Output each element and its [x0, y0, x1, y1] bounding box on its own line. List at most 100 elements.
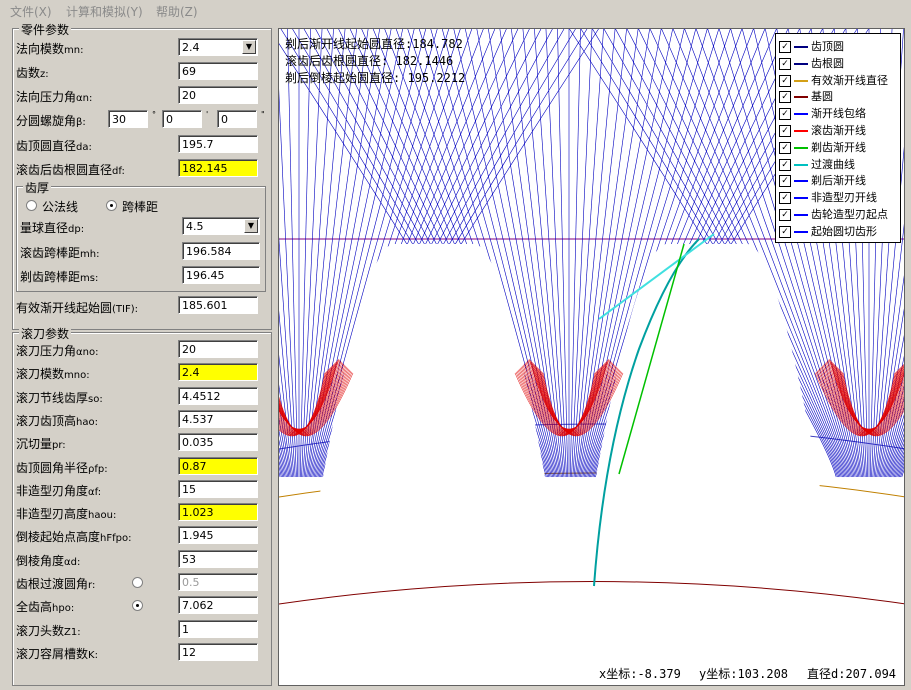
base-circle-arc — [279, 581, 904, 605]
menu-calc[interactable]: 计算和模拟(Y) — [66, 3, 143, 20]
hob-row-field[interactable]: 4.537 — [178, 410, 258, 428]
hob-row-field[interactable]: 20 — [178, 340, 258, 358]
tif-field[interactable]: 185.601 — [178, 296, 258, 314]
legend-item[interactable]: ✓ 剃后渐开线 — [779, 172, 866, 188]
helix-sec-field[interactable]: 0 — [217, 110, 257, 128]
thickness-row-label: 剃齿跨棒距ms: — [20, 270, 99, 284]
teeth-count-field[interactable]: 69 — [178, 62, 258, 80]
legend-checkbox[interactable]: ✓ — [779, 74, 791, 87]
menu-file[interactable]: 文件(X) — [10, 3, 52, 20]
degree-mark: ° — [152, 110, 156, 119]
legend-swatch — [794, 46, 808, 48]
ball-diameter-combo[interactable]: 4.5 ▼ — [182, 217, 260, 235]
legend-item[interactable]: ✓ 渐开线包络 — [779, 105, 866, 121]
shave-pin-distance-field[interactable]: 196.45 — [182, 266, 260, 284]
chevron-down-icon[interactable]: ▼ — [244, 219, 258, 233]
hob-row-label: 全齿高hpo: — [16, 600, 75, 614]
legend-label: 滚齿渐开线 — [811, 124, 866, 137]
legend-item[interactable]: ✓ 齿顶圆 — [779, 38, 844, 54]
hob-row-label: 沉切量pr: — [16, 437, 66, 451]
hob-row-label: 倒棱起始点高度hFfpo: — [16, 530, 132, 544]
legend-label: 剃后渐开线 — [811, 174, 866, 188]
hob-row-field[interactable]: 15 — [178, 480, 258, 498]
legend-swatch — [794, 163, 808, 166]
legend-checkbox[interactable]: ✓ — [779, 141, 791, 154]
helix-angle-label: 分圆螺旋角β: — [16, 114, 86, 128]
hob-row-field[interactable]: 0.87 — [178, 457, 258, 475]
legend-item[interactable]: ✓ 非造型刃开线 — [779, 189, 877, 205]
legend-checkbox[interactable]: ✓ — [779, 225, 791, 238]
pressure-angle-field[interactable]: 20 — [178, 86, 258, 104]
part-row-label: 齿顶圆直径da: — [16, 139, 92, 153]
parameter-panel: 零件参数 法向模数mn: 2.4 ▼ 齿数z: 69 法向压力角αn: 20 分圆… — [12, 21, 272, 686]
menu-help[interactable]: 帮助(Z) — [156, 3, 198, 20]
legend-item[interactable]: ✓ 齿根圆 — [779, 55, 844, 71]
hob-envelope-line — [287, 29, 299, 478]
info-line: 剃后倒棱起始圆直径: 195.2212 — [285, 71, 466, 85]
legend-label: 非造型刃开线 — [811, 191, 877, 205]
chevron-down-icon[interactable]: ▼ — [242, 40, 256, 54]
legend-swatch — [794, 180, 808, 183]
hob-row-radio[interactable] — [132, 577, 143, 588]
legend-label: 渐开线包络 — [811, 107, 866, 121]
part-row-label: 法向模数mn: — [16, 42, 84, 56]
legend-label: 过渡曲线 — [811, 157, 855, 171]
hob-envelope-line — [299, 29, 311, 478]
hob-params-title: 滚刀参数 — [19, 325, 72, 342]
hob-row-field[interactable]: 1.945 — [178, 526, 258, 544]
hob-row-field[interactable]: 12 — [178, 643, 258, 661]
legend-swatch — [794, 96, 808, 99]
hob-row-field[interactable]: 2.4 — [178, 363, 258, 381]
hob-row-field[interactable]: 53 — [178, 550, 258, 568]
legend-checkbox[interactable]: ✓ — [779, 209, 791, 221]
legend-swatch — [794, 197, 808, 200]
hob-row-label: 齿顶圆角半径ρfp: — [16, 461, 108, 475]
legend-checkbox[interactable]: ✓ — [779, 57, 791, 70]
legend-item[interactable]: ✓ 基圆 — [779, 88, 833, 104]
legend-item[interactable]: ✓ 过渡曲线 — [779, 156, 855, 172]
legend-checkbox[interactable]: ✓ — [779, 192, 791, 205]
hob-row-field[interactable]: 7.062 — [178, 596, 258, 614]
part-row-label: 滚齿后齿根圆直径df: — [16, 163, 125, 177]
legend-checkbox[interactable]: ✓ — [779, 125, 791, 137]
legend-checkbox[interactable]: ✓ — [779, 175, 791, 188]
legend-checkbox[interactable]: ✓ — [779, 41, 791, 53]
hob-envelope-line — [557, 29, 569, 478]
legend-checkbox[interactable]: ✓ — [779, 91, 791, 104]
hob-pin-distance-field[interactable]: 196.584 — [182, 242, 260, 260]
helix-min-field[interactable]: 0 — [162, 110, 202, 128]
normal-module-combo[interactable]: 2.4 ▼ — [178, 38, 258, 56]
helix-deg-field[interactable]: 30 — [108, 110, 148, 128]
legend-item[interactable]: ✓ 齿轮造型刃起点 — [779, 206, 888, 222]
legend-checkbox[interactable]: ✓ — [779, 158, 791, 171]
legend-item[interactable]: ✓ 剃齿渐开线 — [779, 139, 866, 155]
hob-row-field[interactable]: 1.023 — [178, 503, 258, 521]
legend-swatch — [794, 113, 808, 116]
menu-bar: 文件(X) 计算和模拟(Y) 帮助(Z) — [0, 0, 911, 20]
legend-item[interactable]: ✓ 起始圆切齿形 — [779, 223, 877, 239]
root-diameter-field[interactable]: 182.145 — [178, 159, 258, 177]
hob-row-field[interactable]: 0.035 — [178, 433, 258, 451]
legend-checkbox[interactable]: ✓ — [779, 108, 791, 121]
legend-label: 齿轮造型刃起点 — [811, 208, 888, 221]
thickness-row-label: 量球直径dp: — [20, 221, 85, 235]
legend-item[interactable]: ✓ 有效渐开线直径 — [779, 72, 888, 88]
tif-label: 有效渐开线起始圆(TIF): — [16, 301, 138, 315]
hob-row-radio[interactable] — [132, 600, 143, 611]
hob-row-label: 滚刀节线齿厚so: — [16, 391, 103, 405]
hob-row-field[interactable]: 1 — [178, 620, 258, 638]
radio-over-pins[interactable] — [106, 200, 117, 211]
legend-label: 齿顶圆 — [811, 40, 844, 53]
opt-over-pins-label: 跨棒距 — [122, 200, 159, 214]
second-mark: " — [261, 110, 265, 119]
tip-diameter-field[interactable]: 195.7 — [178, 135, 258, 153]
part-row-label: 齿数z: — [16, 66, 49, 80]
gear-plot[interactable]: 剃后渐开线起始圆直径:184.782 滚齿后齿根圆直径: 182.1446 剃后… — [278, 28, 905, 686]
radio-span-measure[interactable] — [26, 200, 37, 211]
minute-mark: ' — [206, 110, 209, 119]
hob-row-field[interactable]: 0.5 — [178, 573, 258, 591]
hob-envelope-line — [569, 29, 581, 478]
legend-swatch — [794, 214, 808, 216]
legend-item[interactable]: ✓ 滚齿渐开线 — [779, 122, 866, 138]
hob-row-field[interactable]: 4.4512 — [178, 387, 258, 405]
